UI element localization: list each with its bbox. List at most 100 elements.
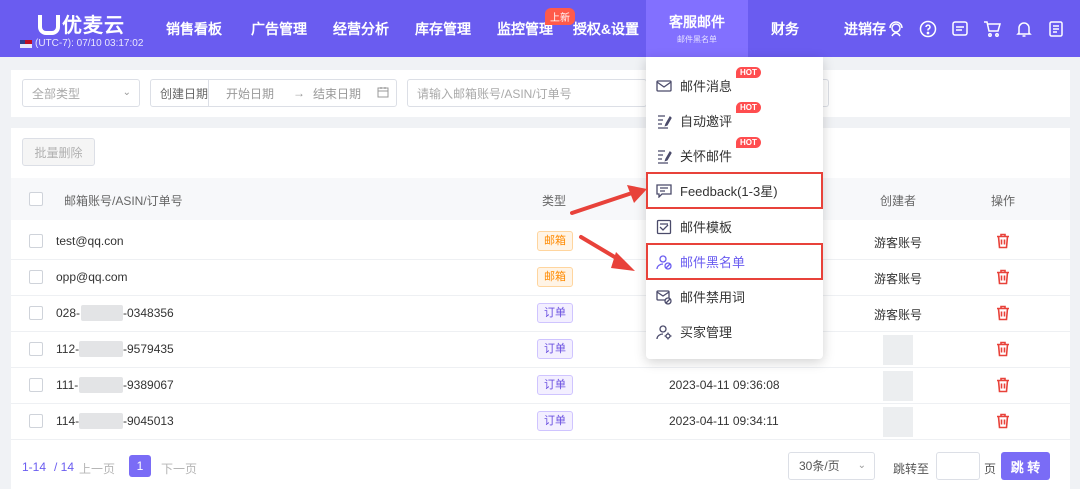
- redacted-creator: [883, 407, 913, 437]
- user-block-icon: [656, 254, 672, 270]
- mail-block-icon: [656, 289, 672, 305]
- menu-item-feedback[interactable]: Feedback(1-3星): [646, 172, 823, 209]
- row-account: 028-: [56, 306, 81, 320]
- menu-item-label: 邮件模板: [680, 220, 733, 235]
- menu-item-buyer-management[interactable]: 买家管理: [646, 314, 823, 349]
- next-page-button[interactable]: 下一页: [161, 460, 197, 477]
- table-row: 112- -9579435 订单: [11, 331, 1070, 368]
- menu-item-mail-templates[interactable]: 邮件模板: [646, 209, 823, 244]
- jump-label: 跳转至: [893, 462, 930, 476]
- row-checkbox[interactable]: [29, 234, 43, 248]
- table-row: 114- -9045013 订单 2023-04-11 09:34:11: [11, 403, 1070, 440]
- blacklist-table-panel: 批量删除 邮箱账号/ASIN/订单号 类型 创建者 操作 test@qq.con…: [11, 128, 1070, 489]
- support-agent-icon[interactable]: [886, 19, 906, 39]
- delete-trash-icon[interactable]: [996, 413, 1010, 429]
- date-divider: [208, 79, 209, 107]
- calendar-icon: [377, 86, 389, 101]
- nav-sales-dashboard[interactable]: 销售看板: [150, 0, 238, 57]
- logo-mark-icon: [36, 13, 60, 35]
- search-placeholder: 请输入邮箱账号/ASIN/订单号: [417, 86, 572, 101]
- help-icon[interactable]: [918, 19, 938, 39]
- delete-trash-icon[interactable]: [996, 269, 1010, 285]
- table-row: 111- -9389067 订单 2023-04-11 09:36:08: [11, 367, 1070, 404]
- hot-badge: HOT: [736, 67, 761, 78]
- brand-logo[interactable]: 优麦云: [36, 9, 125, 38]
- jump-page-input[interactable]: [936, 452, 980, 480]
- row-account-tail: -9045013: [123, 414, 174, 428]
- jump-go-button[interactable]: 跳 转: [1001, 452, 1050, 480]
- redacted-creator: [883, 335, 913, 365]
- page-size-value: 30条/页: [799, 459, 840, 473]
- clock-text: (UTC-7): 07/10 03:17:02: [35, 38, 144, 49]
- row-checkbox[interactable]: [29, 414, 43, 428]
- bell-icon[interactable]: [1014, 19, 1034, 39]
- page-unit-label: 页: [984, 462, 997, 476]
- toolbar-icons: [886, 0, 1080, 57]
- prev-page-button[interactable]: 上一页: [79, 460, 115, 477]
- page-size-select[interactable]: 30条/页 ⌄: [788, 452, 875, 480]
- type-select[interactable]: 全部类型 ⌄: [22, 79, 140, 107]
- row-account-tail: -9579435: [123, 342, 174, 356]
- row-account: opp@qq.com: [56, 270, 128, 284]
- delete-trash-icon[interactable]: [996, 341, 1010, 357]
- menu-item-auto-review[interactable]: 自动邀评 HOT: [646, 102, 823, 138]
- annotation-arrow-feedback: [570, 185, 647, 215]
- search-input[interactable]: 请输入邮箱账号/ASIN/订单号: [407, 79, 647, 107]
- chat-bubble-icon: [656, 183, 672, 199]
- nav-customer-service-mail[interactable]: 客服邮件 邮件黑名单: [646, 0, 748, 57]
- hot-badge: HOT: [736, 102, 761, 113]
- menu-item-label: 自动邀评: [680, 114, 733, 129]
- top-navigation-bar: 优麦云 (UTC-7): 07/10 03:17:02 销售看板 广告管理 经营…: [0, 0, 1080, 57]
- row-account: 114-: [56, 414, 80, 428]
- nav-business-analysis[interactable]: 经营分析: [320, 0, 402, 57]
- nav-ad-management[interactable]: 广告管理: [238, 0, 320, 57]
- delete-trash-icon[interactable]: [996, 377, 1010, 393]
- us-flag-icon: [20, 39, 32, 48]
- nav-finance[interactable]: 财务: [748, 0, 822, 57]
- pagination-range: 1-14: [22, 460, 47, 474]
- nav-inventory[interactable]: 库存管理: [402, 0, 484, 57]
- filter-bar: 全部类型 ⌄ 创建日期 开始日期 → 结束日期 请输入邮箱账号/ASIN/订单号: [11, 70, 1070, 117]
- row-checkbox[interactable]: [29, 378, 43, 392]
- annotation-arrow-blacklist: [579, 235, 635, 271]
- current-page-button[interactable]: 1: [129, 455, 151, 477]
- menu-item-label: 邮件黑名单: [680, 255, 746, 270]
- menu-item-label: 买家管理: [680, 325, 733, 340]
- row-checkbox[interactable]: [29, 306, 43, 320]
- cart-icon[interactable]: [982, 19, 1002, 39]
- row-creator: 游客账号: [874, 236, 923, 250]
- start-date-input[interactable]: 开始日期: [226, 85, 274, 102]
- redacted-segment: [79, 377, 123, 393]
- menu-item-banned-words[interactable]: 邮件禁用词: [646, 279, 823, 314]
- date-range-picker[interactable]: 创建日期 开始日期 → 结束日期: [150, 79, 397, 107]
- type-tag: 订单: [537, 375, 573, 395]
- menu-item-mail-blacklist[interactable]: 邮件黑名单: [646, 243, 823, 280]
- nav-auth-settings[interactable]: 授权&设置: [566, 0, 646, 57]
- end-date-input[interactable]: 结束日期: [313, 85, 361, 102]
- row-account: test@qq.con: [56, 234, 124, 248]
- template-icon: [656, 219, 672, 235]
- type-tag: 订单: [537, 411, 573, 431]
- row-date: 2023-04-11 09:34:11: [669, 414, 779, 428]
- document-icon[interactable]: [1046, 19, 1066, 39]
- redacted-creator: [883, 371, 913, 401]
- row-checkbox[interactable]: [29, 270, 43, 284]
- delete-trash-icon[interactable]: [996, 233, 1010, 249]
- row-account-tail: -0348356: [123, 306, 174, 320]
- row-account-tail: -9389067: [123, 378, 174, 392]
- delete-trash-icon[interactable]: [996, 305, 1010, 321]
- customer-service-mail-menu: 邮件消息 HOT 自动邀评 HOT 关怀邮件 HOT Feedback(1-3星…: [646, 57, 823, 359]
- batch-delete-button[interactable]: 批量删除: [22, 138, 95, 166]
- type-tag: 邮箱: [537, 267, 573, 287]
- row-creator: 游客账号: [874, 308, 923, 322]
- select-all-checkbox[interactable]: [29, 192, 43, 206]
- menu-item-mail-messages[interactable]: 邮件消息 HOT: [646, 67, 823, 103]
- message-icon[interactable]: [950, 19, 970, 39]
- redacted-segment: [79, 413, 123, 429]
- row-account: 111-: [56, 378, 79, 392]
- menu-item-care-mail[interactable]: 关怀邮件 HOT: [646, 137, 823, 173]
- edit-list-icon: [656, 148, 672, 164]
- redacted-segment: [81, 305, 123, 321]
- row-checkbox[interactable]: [29, 342, 43, 356]
- arrow-right-icon: →: [293, 86, 305, 100]
